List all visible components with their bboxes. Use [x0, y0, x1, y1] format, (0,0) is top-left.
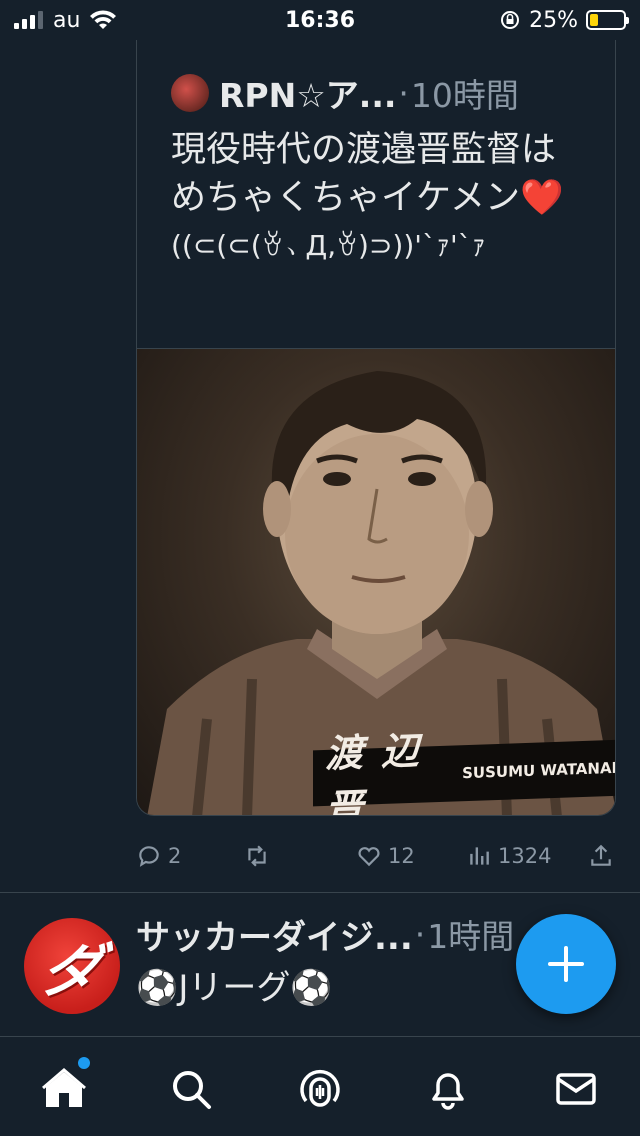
tweet-header: サッカーダイジ... · 1時間: [136, 908, 514, 960]
status-bar: au 16:36 25%: [0, 0, 640, 40]
quoted-tweet-card[interactable]: RPN☆ア... · 10時間 現役時代の渡邉晋監督はめちゃくちゃイケメン❤️ …: [136, 40, 616, 816]
separator: ·: [414, 914, 426, 954]
retweet-icon: [248, 845, 266, 867]
avatar[interactable]: ダ: [24, 918, 120, 1014]
share-button[interactable]: [588, 843, 614, 869]
tab-messages[interactable]: [552, 1065, 600, 1113]
author-name[interactable]: RPN☆ア...: [219, 69, 396, 117]
rotation-lock-icon: [501, 11, 520, 29]
like-button[interactable]: 12: [356, 843, 415, 869]
tab-spaces[interactable]: [296, 1065, 344, 1113]
separator: ·: [398, 73, 409, 113]
divider: [0, 892, 640, 893]
battery-icon: [586, 10, 629, 30]
reply-icon: [139, 846, 159, 867]
tab-notifications[interactable]: [424, 1065, 472, 1113]
notifications-icon: [432, 1073, 464, 1110]
unread-dot: [78, 1057, 90, 1069]
reply-count: 2: [168, 844, 182, 868]
reply-button[interactable]: 2: [136, 843, 181, 869]
kaomoji: ((⊂(⊂(ꈊ、Д,ꈊ)⊃))'`ｧ'`ｧ: [171, 229, 486, 262]
timestamp[interactable]: 1時間: [427, 910, 514, 958]
plus-icon: [548, 946, 584, 982]
home-icon: [42, 1068, 86, 1107]
timeline-screen: au 16:36 25% RPN☆ア... · 10時間 現役時代の渡邉晋監督は…: [0, 0, 640, 1136]
battery-percent: 25%: [529, 7, 578, 33]
avatar-logo: ダ: [34, 937, 108, 1005]
tab-search[interactable]: [167, 1065, 215, 1113]
messages-icon: [556, 1073, 596, 1105]
retweet-button[interactable]: [244, 843, 276, 869]
share-icon: [591, 844, 611, 866]
compose-tweet-button[interactable]: [516, 914, 616, 1014]
avatar[interactable]: [171, 74, 209, 112]
tab-home[interactable]: [40, 1057, 90, 1113]
view-count: 1324: [498, 844, 552, 868]
timestamp[interactable]: 10時間: [411, 69, 519, 117]
name-plate-en: SUSUMU WATANAB: [462, 758, 616, 783]
carrier-label: au: [53, 7, 81, 33]
tweet-actions: 2 12 1324: [136, 836, 616, 876]
heart-icon: [358, 847, 380, 867]
like-count: 12: [388, 844, 415, 868]
name-plate-jp: 渡辺 晋: [325, 728, 438, 816]
views-icon: [470, 847, 489, 865]
spaces-icon: [300, 1070, 340, 1107]
tweet-text: 現役時代の渡邉晋監督はめちゃくちゃイケメン❤️ ((⊂(⊂(ꈊ、Д,ꈊ)⊃))'…: [137, 116, 615, 346]
views-button[interactable]: 1324: [466, 843, 551, 869]
tweet-text: ⚽️Jリーグ⚽️: [136, 968, 333, 1008]
name-plate: 渡辺 晋 SUSUMU WATANAB: [313, 728, 616, 815]
author-name[interactable]: サッカーダイジ...: [136, 910, 413, 959]
tweet-body: 現役時代の渡邉晋監督はめちゃくちゃイケメン❤️: [171, 130, 564, 218]
signal-icon: [14, 11, 43, 29]
tab-bar: [0, 1036, 640, 1136]
quoted-tweet-header: RPN☆ア... · 10時間: [137, 40, 615, 116]
tweet-photo[interactable]: 渡辺 晋 SUSUMU WATANAB: [137, 348, 616, 815]
wifi-icon: [90, 10, 117, 29]
search-icon: [173, 1071, 211, 1109]
